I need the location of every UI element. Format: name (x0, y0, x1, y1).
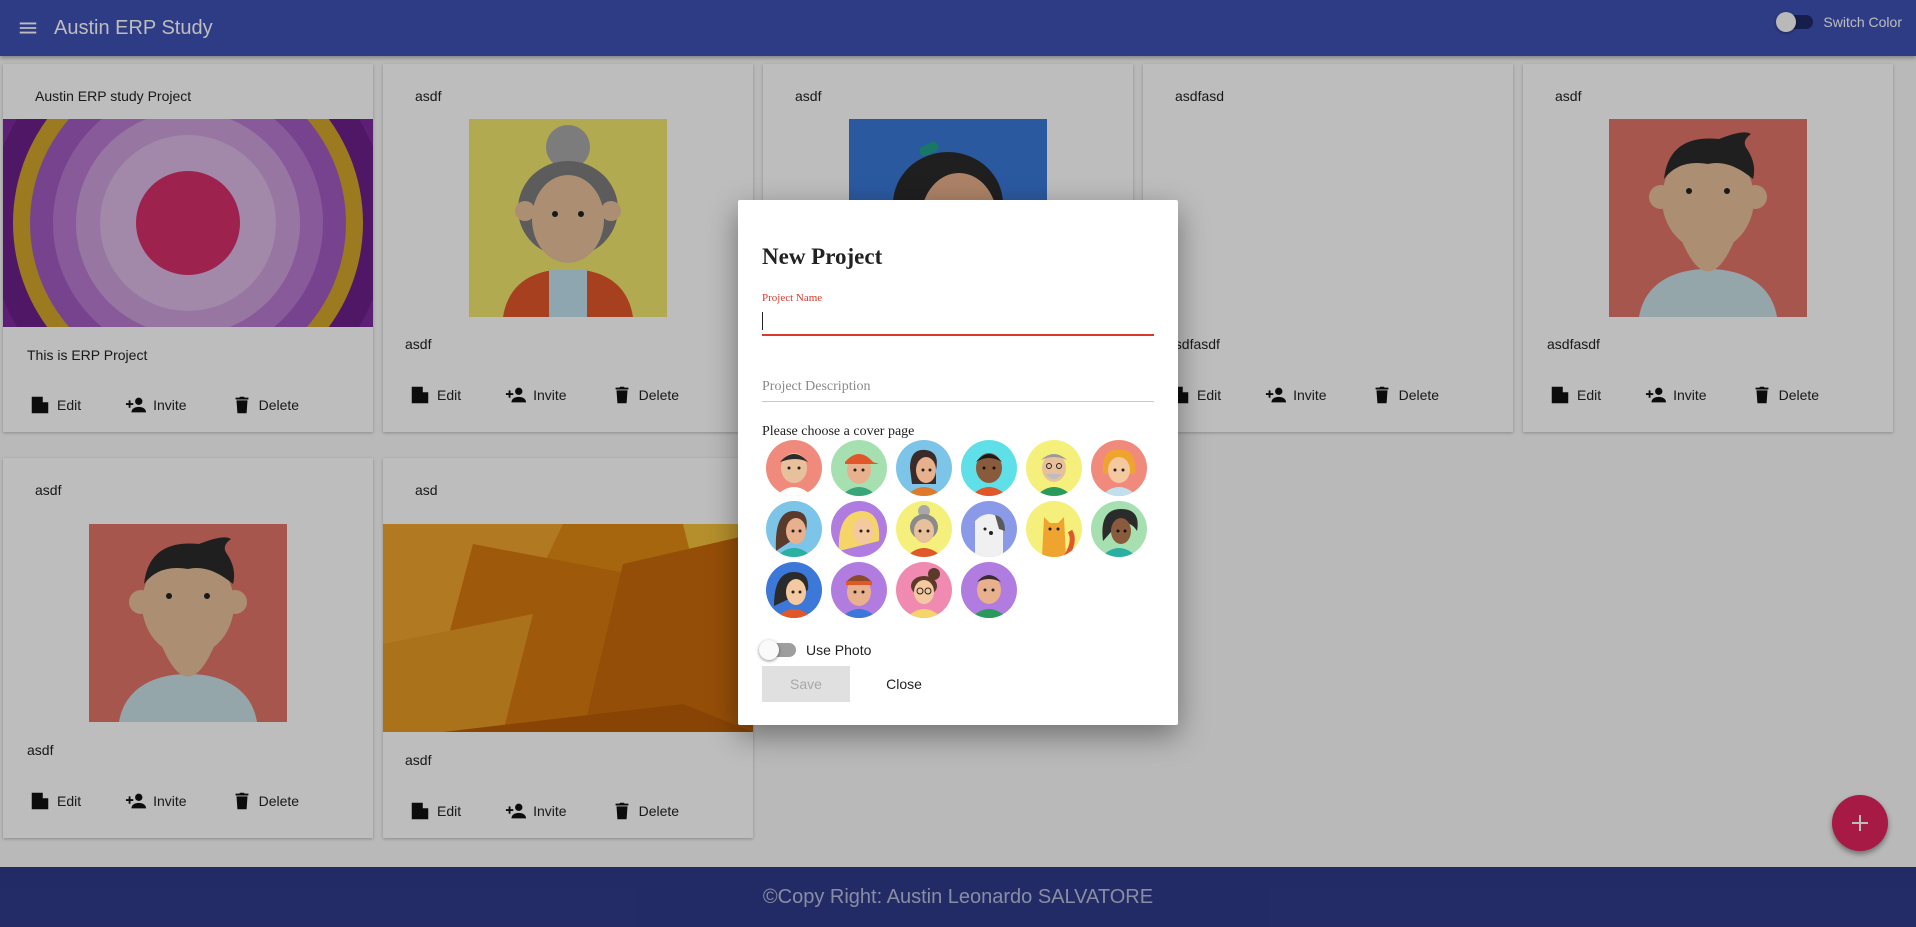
avatar-option-girl-blue[interactable] (896, 440, 952, 496)
project-description-input[interactable] (762, 372, 1154, 402)
avatar-option-old-man[interactable] (1026, 440, 1082, 496)
avatar-option-cap-boy[interactable] (831, 440, 887, 496)
use-photo-thumb[interactable] (759, 640, 779, 660)
avatar-option-glasses-woman[interactable] (896, 562, 952, 618)
save-button[interactable]: Save (762, 666, 850, 702)
avatar-option-blonde-woman[interactable] (831, 501, 887, 557)
avatar-option-ponytail-girl[interactable] (766, 562, 822, 618)
project-name-input[interactable] (762, 306, 1154, 336)
text-cursor (762, 312, 763, 330)
dialog-title: New Project (762, 244, 883, 269)
new-project-dialog: New Project Project Name Please choose a… (738, 200, 1178, 725)
use-photo-track[interactable] (759, 640, 796, 660)
avatar-option-cat[interactable] (1026, 501, 1082, 557)
avatar-option-grandma[interactable] (896, 501, 952, 557)
project-name-label: Project Name (762, 292, 823, 304)
avatar-option-woman-brown[interactable] (766, 501, 822, 557)
cover-page-label: Please choose a cover page (762, 424, 915, 439)
avatar-option-dog[interactable] (961, 501, 1017, 557)
close-button[interactable]: Close (860, 666, 948, 702)
avatar-option-girl-orange[interactable] (1091, 440, 1147, 496)
avatar-option-man-pink[interactable] (766, 440, 822, 496)
avatar-option-man-purple[interactable] (961, 562, 1017, 618)
use-photo-toggle[interactable]: Use Photo (759, 640, 872, 660)
avatar-option-dark-man[interactable] (961, 440, 1017, 496)
avatar-option-headband-boy[interactable] (831, 562, 887, 618)
avatar-option-dark-woman[interactable] (1091, 501, 1147, 557)
use-photo-label: Use Photo (806, 642, 872, 658)
